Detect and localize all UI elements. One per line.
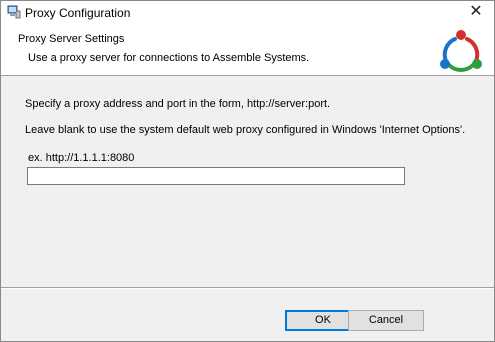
- instruction-text-default: Leave blank to use the system default we…: [25, 124, 466, 136]
- cancel-button[interactable]: Cancel: [348, 310, 424, 331]
- header-subtitle: Use a proxy server for connections to As…: [28, 52, 310, 64]
- window-title: Proxy Configuration: [25, 6, 131, 20]
- assemble-triangle-logo: [437, 27, 485, 73]
- title-bar: Proxy Configuration ✕: [1, 1, 494, 25]
- header-title: Proxy Server Settings: [18, 33, 125, 45]
- close-button[interactable]: ✕: [458, 1, 494, 25]
- proxy-configuration-dialog: Proxy Configuration ✕ Proxy Server Setti…: [0, 0, 495, 342]
- example-label: ex. http://1.1.1.1:8080: [28, 152, 135, 164]
- header-banner: Proxy Server Settings Use a proxy server…: [1, 25, 494, 76]
- instruction-text-format: Specify a proxy address and port in the …: [25, 98, 331, 110]
- footer-divider: [1, 287, 494, 289]
- proxy-address-input[interactable]: [27, 167, 405, 185]
- installer-computer-icon: [7, 5, 21, 19]
- close-icon: ✕: [469, 3, 483, 20]
